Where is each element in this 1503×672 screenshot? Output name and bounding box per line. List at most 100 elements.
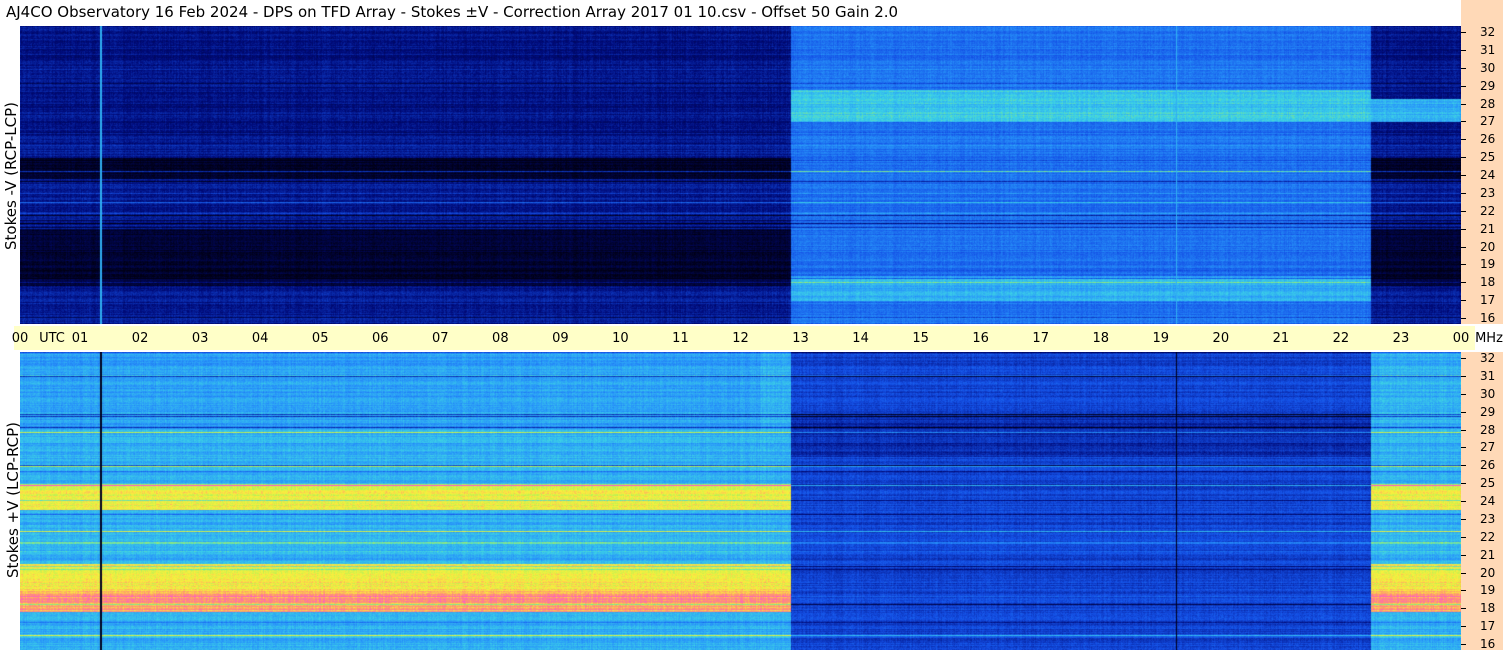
freq-tick-mark [1461, 318, 1466, 319]
freq-tick: 26 [1480, 458, 1496, 473]
freq-tick-mark [1461, 103, 1466, 105]
spectrogram-bottom [20, 352, 1461, 650]
freq-tick-mark [1461, 608, 1466, 610]
freq-tick: 23 [1480, 511, 1496, 526]
freq-tick: 24 [1480, 494, 1496, 508]
freq-tick-mark [1461, 175, 1466, 176]
utc-tick: 22 [1332, 331, 1350, 346]
utc-tick: 17 [1032, 331, 1049, 346]
freq-tick-mark [1461, 282, 1466, 284]
freq-tick-mark [1461, 572, 1466, 574]
freq-axis-top: 32 31 30 29 28 27 26 25 24 23 22 21 20 19 18 17 16 [1461, 25, 1503, 325]
freq-tick: 24 [1480, 168, 1496, 182]
utc-tick: 05 [311, 331, 329, 346]
freq-tick-mark [1461, 518, 1466, 520]
freq-tick-mark [1461, 393, 1466, 395]
freq-tick: 27 [1480, 114, 1496, 129]
freq-tick-mark [1461, 375, 1466, 377]
mhz-label: MHz [1475, 331, 1503, 346]
freq-tick: 20 [1480, 565, 1496, 580]
freq-tick: 32 [1480, 25, 1496, 39]
freq-tick-mark [1461, 536, 1466, 538]
freq-tick-mark [1461, 483, 1466, 485]
freq-tick: 30 [1480, 60, 1496, 75]
freq-tick-mark [1461, 246, 1466, 248]
freq-tick: 25 [1480, 476, 1496, 491]
utc-tick: 01 [71, 331, 89, 346]
freq-axis-corner [1461, 0, 1503, 26]
freq-tick: 30 [1480, 386, 1496, 401]
freq-tick-mark [1461, 85, 1466, 87]
freq-tick-mark [1461, 300, 1466, 302]
freq-tick-mark [1461, 157, 1466, 159]
freq-tick: 28 [1480, 422, 1496, 437]
utc-tick: 09 [552, 331, 569, 346]
freq-tick-mark [1461, 358, 1466, 359]
ylabel-top: Stokes -V (RCP-LCP) [2, 102, 20, 250]
utc-tick: 20 [1212, 331, 1230, 346]
freq-tick: 17 [1480, 619, 1496, 634]
utc-label: UTC [39, 331, 65, 346]
freq-tick-mark [1461, 210, 1466, 212]
freq-tick: 29 [1480, 404, 1496, 419]
utc-tick: 02 [131, 331, 149, 346]
utc-tick: 11 [672, 331, 689, 346]
utc-tick: 16 [972, 331, 989, 346]
utc-tick: 08 [492, 331, 509, 346]
utc-tick: 13 [792, 331, 809, 346]
chart-title: AJ4CO Observatory 16 Feb 2024 - DPS on T… [6, 3, 899, 21]
spectrogram-top [20, 26, 1461, 324]
freq-tick-mark [1461, 590, 1466, 592]
utc-tick: 18 [1092, 331, 1110, 346]
freq-tick-mark [1461, 644, 1466, 645]
freq-tick: 16 [1480, 311, 1496, 325]
freq-tick: 17 [1480, 293, 1496, 308]
freq-tick: 18 [1480, 275, 1496, 290]
freq-axis-bottom: 32 31 30 29 28 27 26 25 24 23 22 21 20 19 18 17 16 [1461, 351, 1503, 651]
freq-tick: 19 [1480, 583, 1496, 598]
freq-tick-mark [1461, 228, 1466, 230]
utc-axis: 00 01 02 03 04 05 06 07 08 09 10 11 12 13 14 15 16 17 18 19… [11, 326, 1503, 350]
freq-tick: 21 [1480, 221, 1496, 236]
freq-tick: 27 [1480, 440, 1496, 455]
freq-tick-mark [1461, 67, 1466, 69]
spectrogram-bottom-canvas [20, 352, 1461, 650]
freq-tick: 21 [1480, 547, 1496, 562]
freq-tick: 18 [1480, 601, 1496, 616]
freq-tick-mark [1461, 411, 1466, 413]
freq-tick: 23 [1480, 185, 1496, 200]
freq-tick: 31 [1480, 42, 1496, 57]
freq-tick-mark [1461, 554, 1466, 556]
freq-tick: 20 [1480, 239, 1496, 254]
freq-tick: 22 [1480, 529, 1496, 544]
utc-tick: 10 [612, 331, 629, 346]
utc-tick: 14 [852, 331, 869, 346]
utc-tick: 06 [371, 331, 389, 346]
freq-tick: 32 [1480, 351, 1496, 365]
freq-tick-mark [1461, 192, 1466, 194]
freq-tick-mark [1461, 465, 1466, 467]
utc-tick: 03 [191, 331, 209, 346]
freq-tick-mark [1461, 501, 1466, 502]
utc-tick: 07 [432, 331, 449, 346]
freq-tick-mark [1461, 49, 1466, 51]
freq-tick: 26 [1480, 132, 1496, 147]
freq-tick-mark [1461, 139, 1466, 141]
freq-tick: 19 [1480, 257, 1496, 272]
utc-tick: 21 [1272, 331, 1290, 346]
freq-tick: 25 [1480, 150, 1496, 165]
freq-tick-mark [1461, 121, 1466, 123]
spectrogram-top-canvas [20, 26, 1461, 324]
freq-tick-mark [1461, 626, 1466, 628]
freq-tick: 28 [1480, 96, 1496, 111]
freq-tick: 16 [1480, 637, 1496, 651]
freq-tick: 22 [1480, 203, 1496, 218]
utc-tick: 00 [11, 331, 29, 346]
utc-tick: 00 [1452, 331, 1470, 346]
utc-tick: 23 [1392, 331, 1410, 346]
freq-tick-mark [1461, 32, 1466, 33]
utc-tick: 04 [251, 331, 269, 346]
utc-tick: 15 [912, 331, 929, 346]
utc-tick: 19 [1152, 331, 1170, 346]
freq-tick: 31 [1480, 368, 1496, 383]
